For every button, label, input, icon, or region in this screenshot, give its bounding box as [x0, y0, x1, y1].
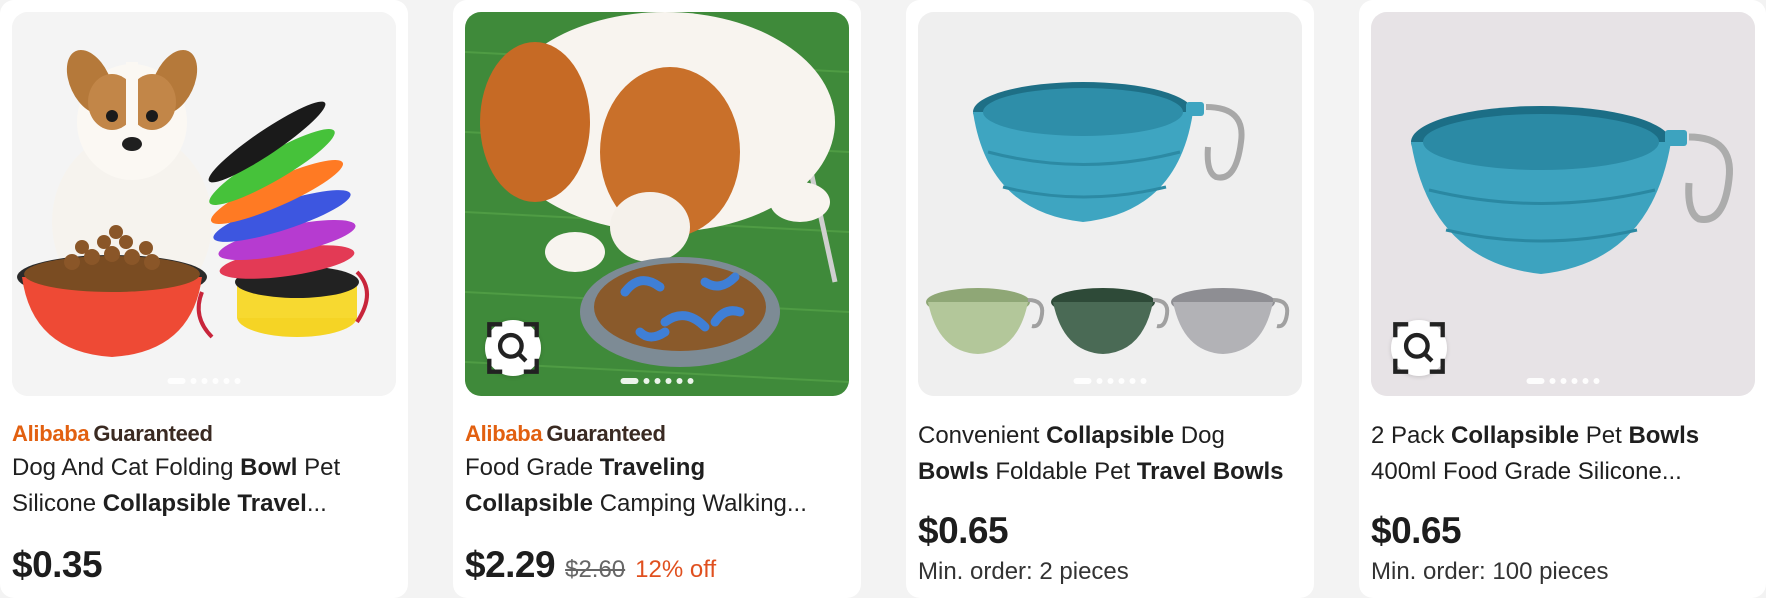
- carousel-dot[interactable]: [223, 378, 230, 384]
- product-price: $0.65: [918, 510, 1009, 551]
- image-carousel-dots[interactable]: [1526, 378, 1600, 384]
- discount-label: 12% off: [635, 556, 717, 583]
- min-order: Min. order: 100 pieces: [1371, 558, 1609, 585]
- image-carousel-dots[interactable]: [620, 378, 694, 384]
- original-price: $2.60: [565, 556, 626, 583]
- title-keyword: Collapsible: [465, 490, 594, 517]
- product-image[interactable]: [918, 12, 1302, 396]
- product-info: 2 Pack Collapsible Pet Bowls 400ml Food …: [1371, 418, 1755, 586]
- carousel-dot[interactable]: [234, 378, 241, 384]
- title-part: Food Grade: [465, 454, 600, 481]
- title-part: Dog: [1174, 422, 1225, 449]
- product-price: $0.35: [12, 544, 103, 585]
- badge-label: Guaranteed: [546, 421, 666, 446]
- carousel-dot[interactable]: [1118, 378, 1125, 384]
- title-part: Foldable Pet: [988, 458, 1137, 485]
- product-image[interactable]: [12, 12, 396, 396]
- carousel-dot[interactable]: [1549, 378, 1556, 384]
- product-info: Convenient Collapsible Dog Bowls Foldabl…: [918, 418, 1302, 586]
- carousel-dot[interactable]: [665, 378, 672, 384]
- carousel-dot[interactable]: [1107, 378, 1114, 384]
- image-carousel-dots[interactable]: [1073, 378, 1147, 384]
- carousel-dot[interactable]: [1560, 378, 1567, 384]
- carousel-dot[interactable]: [190, 378, 197, 384]
- carousel-dot[interactable]: [676, 378, 683, 384]
- badge-label: Guaranteed: [93, 421, 213, 446]
- title-part: ...: [306, 490, 327, 517]
- carousel-dot[interactable]: [1593, 378, 1600, 384]
- product-title[interactable]: Food Grade Traveling Collapsible Camping…: [465, 450, 849, 522]
- product-title[interactable]: Dog And Cat Folding Bowl Pet Silicone Co…: [12, 450, 396, 522]
- image-carousel-dots[interactable]: [167, 378, 241, 384]
- price-row: $0.35: [12, 544, 396, 586]
- badge-brand: Alibaba: [465, 421, 543, 446]
- carousel-dot[interactable]: [643, 378, 650, 384]
- price-row: $0.65: [1371, 510, 1755, 552]
- carousel-dot-active[interactable]: [620, 378, 639, 384]
- product-title[interactable]: Convenient Collapsible Dog Bowls Foldabl…: [918, 418, 1302, 490]
- price-row: $0.65: [918, 510, 1302, 552]
- title-keyword: Collapsible Travel: [102, 490, 307, 517]
- product-card[interactable]: Convenient Collapsible Dog Bowls Foldabl…: [906, 0, 1314, 598]
- title-keyword: Bowls: [1628, 422, 1700, 449]
- image-search-button[interactable]: [1391, 320, 1447, 376]
- title-keyword: Collapsible: [1451, 422, 1580, 449]
- alibaba-guaranteed-badge: Alibaba Guaranteed: [465, 418, 849, 450]
- title-keyword: Bowl: [240, 454, 298, 481]
- product-image[interactable]: [465, 12, 849, 396]
- product-grid: Alibaba Guaranteed Dog And Cat Folding B…: [0, 0, 1766, 598]
- carousel-dot[interactable]: [201, 378, 208, 384]
- carousel-dot[interactable]: [1096, 378, 1103, 384]
- carousel-dot-active[interactable]: [167, 378, 186, 384]
- carousel-dot[interactable]: [654, 378, 661, 384]
- carousel-dot[interactable]: [687, 378, 694, 384]
- product-card[interactable]: Alibaba Guaranteed Food Grade Traveling …: [453, 0, 861, 598]
- product-card[interactable]: 2 Pack Collapsible Pet Bowls 400ml Food …: [1359, 0, 1766, 598]
- product-price: $0.65: [1371, 510, 1462, 551]
- title-part: Dog And Cat Folding: [12, 454, 241, 481]
- alibaba-guaranteed-badge: Alibaba Guaranteed: [12, 418, 396, 450]
- product-title[interactable]: 2 Pack Collapsible Pet Bowls 400ml Food …: [1371, 418, 1755, 490]
- title-keyword: Travel Bowls: [1136, 458, 1284, 485]
- image-search-icon: [1393, 322, 1445, 374]
- carousel-dot[interactable]: [212, 378, 219, 384]
- title-part: Pet: [1579, 422, 1629, 449]
- price-row: $2.29 $2.60 12% off: [465, 544, 849, 586]
- carousel-dot-active[interactable]: [1073, 378, 1092, 384]
- carousel-dot[interactable]: [1129, 378, 1136, 384]
- title-part: 2 Pack: [1371, 422, 1452, 449]
- title-part: Camping Walking...: [593, 490, 807, 517]
- min-order: Min. order: 2 pieces: [918, 558, 1129, 585]
- product-info: Alibaba Guaranteed Dog And Cat Folding B…: [12, 418, 396, 586]
- image-search-icon: [487, 322, 539, 374]
- title-keyword: Bowls: [918, 458, 989, 485]
- title-part: Convenient: [918, 422, 1047, 449]
- carousel-dot[interactable]: [1582, 378, 1589, 384]
- product-card[interactable]: Alibaba Guaranteed Dog And Cat Folding B…: [0, 0, 408, 598]
- title-part: 400ml Food Grade Silicone...: [1371, 458, 1682, 485]
- product-image-blue-bowl-variants: [918, 12, 1302, 396]
- carousel-dot-active[interactable]: [1526, 378, 1545, 384]
- title-keyword: Collapsible: [1046, 422, 1175, 449]
- carousel-dot[interactable]: [1140, 378, 1147, 384]
- product-image-puppy-bowls: [12, 12, 396, 396]
- title-keyword: Traveling: [599, 454, 706, 481]
- product-price: $2.29: [465, 544, 556, 585]
- carousel-dot[interactable]: [1571, 378, 1578, 384]
- badge-brand: Alibaba: [12, 421, 90, 446]
- product-image[interactable]: [1371, 12, 1755, 396]
- image-search-button[interactable]: [485, 320, 541, 376]
- product-info: Alibaba Guaranteed Food Grade Traveling …: [465, 418, 849, 586]
